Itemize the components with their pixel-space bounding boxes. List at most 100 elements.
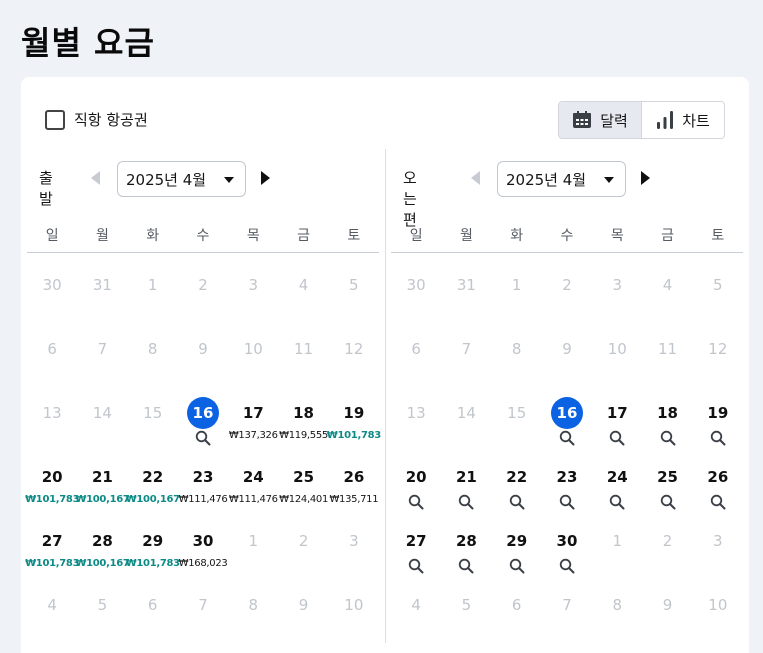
calendar-day[interactable]: 22 xyxy=(492,461,542,525)
day-number: 3 xyxy=(713,532,723,550)
calendar-day[interactable]: 17 xyxy=(592,397,642,461)
calendar-day[interactable]: 19 xyxy=(693,397,743,461)
calendar-day: 2 xyxy=(542,269,592,333)
search-icon xyxy=(408,494,424,510)
weekday: 화 xyxy=(510,228,524,244)
day-number: 13 xyxy=(42,404,62,422)
calendar-day: 11 xyxy=(642,333,692,397)
weekday: 목 xyxy=(610,228,624,244)
search-icon xyxy=(610,430,625,446)
calendar-day: 8 xyxy=(228,589,278,653)
calendar-day: 30 xyxy=(391,269,441,333)
calendar-day-today[interactable]: 16 xyxy=(542,397,592,461)
calendar-day: 9 xyxy=(278,589,328,653)
chart-view-button[interactable]: 차트 xyxy=(642,102,724,138)
calendar-day: 4 xyxy=(27,589,77,653)
day-number: 30 xyxy=(192,532,214,550)
weekday: 월 xyxy=(95,228,109,244)
day-number: 6 xyxy=(47,340,57,358)
direct-flight-checkbox[interactable] xyxy=(45,109,65,130)
calendar-week-row: 6 7 8 9 10 11 12 xyxy=(391,333,743,397)
calendar-day[interactable]: 20 xyxy=(391,461,441,525)
calendar-day[interactable]: 21 xyxy=(441,461,491,525)
calendar-day[interactable]: 25 ₩124,401 xyxy=(278,461,328,525)
day-number: 4 xyxy=(411,596,421,614)
calendar-day[interactable]: 25 xyxy=(642,461,692,525)
calendar-day[interactable]: 17 ₩137,326 xyxy=(228,397,278,461)
weekday: 월 xyxy=(459,228,473,244)
day-number: 8 xyxy=(511,340,522,358)
calendar-day: 6 xyxy=(128,589,178,653)
calendar-day: 4 xyxy=(642,269,692,333)
price-calendar-card: 직항 항공권 달력 차트 출발 2025년 4월 일 월 화 수 목 금 토 3… xyxy=(21,77,749,653)
day-number: 31 xyxy=(92,276,112,294)
day-number: 21 xyxy=(92,468,113,486)
day-price: ₩100,167 xyxy=(125,494,180,505)
calendar-day: 1 xyxy=(128,269,178,333)
calendar-day[interactable]: 29 ₩101,783 xyxy=(126,525,180,589)
prev-month-icon xyxy=(91,171,100,185)
day-number: 6 xyxy=(511,596,522,614)
day-number: 20 xyxy=(41,468,63,486)
outbound-prev-month-button[interactable] xyxy=(91,170,103,186)
return-weekday-header: 일 월 화 수 목 금 토 xyxy=(391,225,743,253)
day-number: 11 xyxy=(658,340,678,358)
calendar-day[interactable]: 27 xyxy=(391,525,441,589)
calendar-week-row: 4 5 6 7 8 9 10 xyxy=(27,589,379,653)
calendar-day[interactable]: 22 ₩100,167 xyxy=(125,461,180,525)
weekday: 목 xyxy=(246,228,260,244)
calendar-day[interactable]: 26 ₩135,711 xyxy=(329,461,379,525)
calendar-day: 5 xyxy=(329,269,379,333)
calendar-day[interactable]: 18 ₩119,555 xyxy=(278,397,328,461)
calendar-day[interactable]: 18 xyxy=(642,397,692,461)
chevron-down-icon xyxy=(604,177,614,183)
weekday: 금 xyxy=(297,228,310,244)
calendar-icon xyxy=(573,111,592,128)
calendar-view-button[interactable]: 달력 xyxy=(559,102,642,138)
calendar-day[interactable]: 29 xyxy=(492,525,542,589)
calendar-day: 7 xyxy=(178,589,228,653)
calendar-day[interactable]: 23 xyxy=(542,461,592,525)
day-number: 5 xyxy=(97,596,108,614)
return-label: 오는편 xyxy=(403,169,417,229)
calendar-day[interactable]: 24 ₩111,476 xyxy=(228,461,278,525)
calendar-week-row: 27 28 29 30 1 2 3 xyxy=(391,525,743,589)
calendar-day[interactable]: 28 ₩100,167 xyxy=(75,525,129,589)
day-number: 2 xyxy=(562,276,572,294)
calendar-day: 15 xyxy=(492,397,542,461)
calendar-day[interactable]: 26 xyxy=(693,461,743,525)
calendar-day[interactable]: 27 ₩101,783 xyxy=(25,525,79,589)
calendar-day[interactable]: 21 ₩100,167 xyxy=(75,461,129,525)
day-number: 7 xyxy=(198,596,208,614)
return-prev-month-button[interactable] xyxy=(471,170,483,186)
outbound-next-month-button[interactable] xyxy=(261,170,273,186)
return-next-month-button[interactable] xyxy=(641,170,653,186)
calendar-day[interactable]: 30 xyxy=(542,525,592,589)
outbound-month-select[interactable]: 2025년 4월 xyxy=(117,161,246,197)
calendar-day[interactable]: 20 ₩101,783 xyxy=(25,461,79,525)
calendar-day: 14 xyxy=(441,397,491,461)
day-number: 8 xyxy=(147,340,158,358)
calendar-day-today[interactable]: 16 xyxy=(178,397,228,461)
day-number: 9 xyxy=(662,596,673,614)
day-number: 28 xyxy=(92,532,113,550)
calendar-day[interactable]: 30 ₩168,023 xyxy=(178,525,228,589)
day-number: 30 xyxy=(42,276,62,294)
day-number: 14 xyxy=(456,404,476,422)
day-number: 2 xyxy=(662,532,673,550)
day-number: 18 xyxy=(293,404,314,422)
calendar-day[interactable]: 28 xyxy=(441,525,491,589)
weekday: 일 xyxy=(45,228,59,244)
return-month-select[interactable]: 2025년 4월 xyxy=(497,161,626,197)
calendar-day[interactable]: 19 ₩101,783 xyxy=(327,397,381,461)
next-month-icon xyxy=(261,171,270,185)
search-icon xyxy=(559,494,575,510)
calendar-week-row: 30 31 1 2 3 4 5 xyxy=(27,269,379,333)
day-number: 4 xyxy=(298,276,309,294)
day-number: 10 xyxy=(607,340,627,358)
calendar-day[interactable]: 24 xyxy=(592,461,642,525)
direct-flight-filter[interactable]: 직항 항공권 xyxy=(45,109,148,130)
calendar-day: 8 xyxy=(592,589,642,653)
next-month-icon xyxy=(641,171,650,185)
calendar-day[interactable]: 23 ₩111,476 xyxy=(178,461,228,525)
